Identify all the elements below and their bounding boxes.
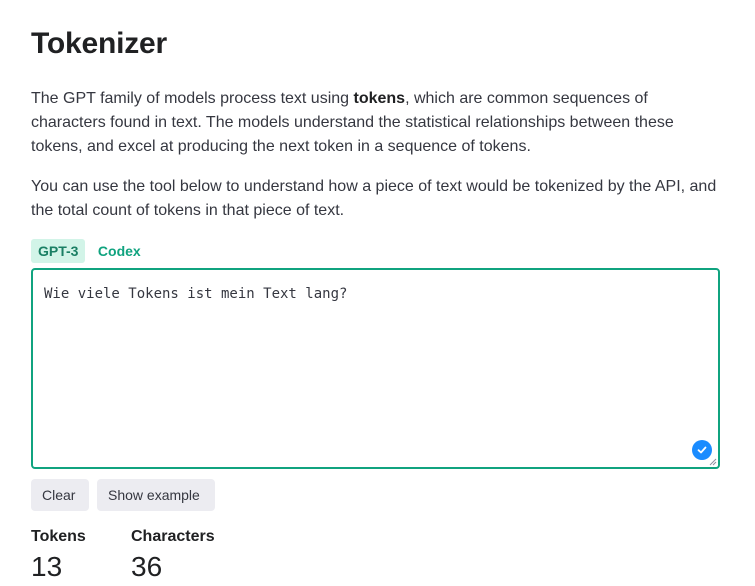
text-input-value[interactable]: Wie viele Tokens ist mein Text lang?: [44, 284, 347, 304]
intro-text-start: The GPT family of models process text us…: [31, 90, 354, 107]
characters-label: Characters: [131, 528, 215, 545]
tokens-count: 13: [31, 551, 63, 582]
tokens-stat: Tokens 13: [31, 527, 86, 585]
characters-stat: Characters 36: [131, 527, 215, 585]
tokens-label: Tokens: [31, 528, 86, 545]
clear-button[interactable]: Clear: [31, 479, 89, 511]
show-example-button[interactable]: Show example: [97, 479, 215, 511]
tab-codex[interactable]: Codex: [91, 239, 148, 263]
check-circle-icon: [692, 440, 712, 460]
model-tabs: GPT-3 Codex: [31, 239, 149, 263]
intro-paragraph: The GPT family of models process text us…: [31, 87, 721, 159]
resize-handle-icon[interactable]: [709, 458, 717, 466]
intro-bold-term: tokens: [353, 90, 406, 107]
tab-gpt-3[interactable]: GPT-3: [31, 239, 86, 263]
page-title: Tokenizer: [31, 27, 168, 60]
usage-paragraph: You can use the tool below to understand…: [31, 178, 717, 219]
characters-count: 36: [131, 551, 163, 582]
text-input-area[interactable]: Wie viele Tokens ist mein Text lang?: [31, 268, 720, 469]
